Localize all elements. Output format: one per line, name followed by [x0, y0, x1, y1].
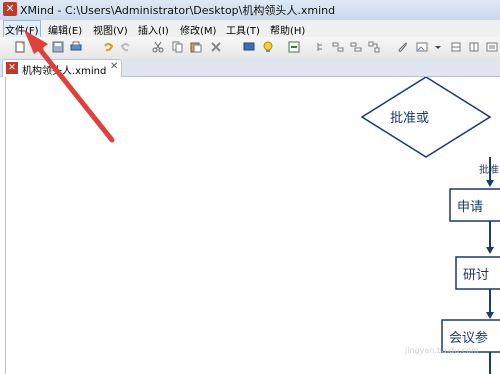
watermark: jingyan.baidu.com	[405, 346, 479, 355]
annotation-arrow	[24, 30, 115, 143]
